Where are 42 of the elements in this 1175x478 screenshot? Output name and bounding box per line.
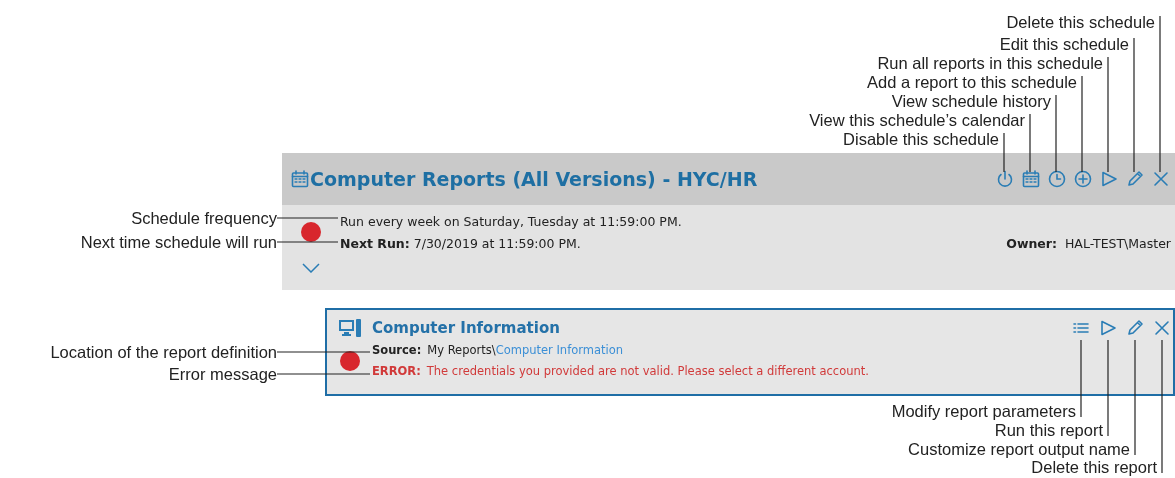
next-run: Next Run: 7/30/2019 at 11:59:00 PM.: [340, 235, 581, 251]
callout-label: Location of the report definition: [50, 342, 277, 362]
add-icon[interactable]: [1073, 169, 1093, 189]
callout-label: Next time schedule will run: [80, 232, 277, 252]
callout-label: Delete this report: [1031, 458, 1157, 477]
report-source: Source: My Reports\Computer Information: [372, 341, 625, 359]
source-link[interactable]: Computer Information: [495, 342, 624, 357]
chevron-down-icon[interactable]: [302, 263, 320, 273]
callout-label: Error message: [168, 364, 277, 384]
pencil-icon[interactable]: [1125, 318, 1145, 338]
status-dot: [301, 222, 321, 242]
status-dot: [339, 350, 360, 371]
callout-label: Delete this schedule: [1006, 12, 1155, 32]
callout-label: Customize report output name: [908, 439, 1130, 459]
leader-line: [276, 217, 339, 219]
callout-label: Schedule frequency: [131, 208, 277, 228]
close-icon[interactable]: [1151, 169, 1171, 189]
callout-label: Add a report to this schedule: [866, 72, 1077, 92]
leader-line: [1029, 113, 1031, 173]
close-icon[interactable]: [1152, 318, 1172, 338]
callout-label: Edit this schedule: [999, 34, 1129, 54]
leader-line: [276, 241, 339, 243]
clock-icon[interactable]: [1047, 169, 1067, 189]
calendar-icon: [290, 169, 310, 189]
play-icon[interactable]: [1098, 318, 1118, 338]
owner: Owner: HAL-TEST\Master: [1006, 235, 1171, 251]
leader-line: [1003, 132, 1005, 173]
callout-label: Modify report parameters: [891, 401, 1076, 421]
callout-label: Run this report: [994, 420, 1103, 440]
callout-label: Disable this schedule: [843, 129, 999, 149]
computer-icon: [337, 318, 362, 338]
callout-label: Run all reports in this schedule: [877, 53, 1103, 73]
pencil-icon[interactable]: [1125, 169, 1145, 189]
schedule-frequency: Run every week on Saturday, Tuesday at 11:59:00 PM.: [340, 212, 683, 231]
schedule-title: Computer Reports (All Versions) - HYC/HR: [310, 168, 759, 190]
power-icon[interactable]: [995, 169, 1015, 189]
callout-label: View this schedule’s calendar: [809, 110, 1025, 130]
callout-label: View schedule history: [891, 91, 1051, 111]
report-title: Computer Information: [372, 319, 560, 337]
play-icon[interactable]: [1099, 169, 1119, 189]
error-message: ERROR: The credentials you provided are not valid. Please select a different account.: [372, 363, 870, 380]
calendar-icon[interactable]: [1021, 169, 1041, 189]
